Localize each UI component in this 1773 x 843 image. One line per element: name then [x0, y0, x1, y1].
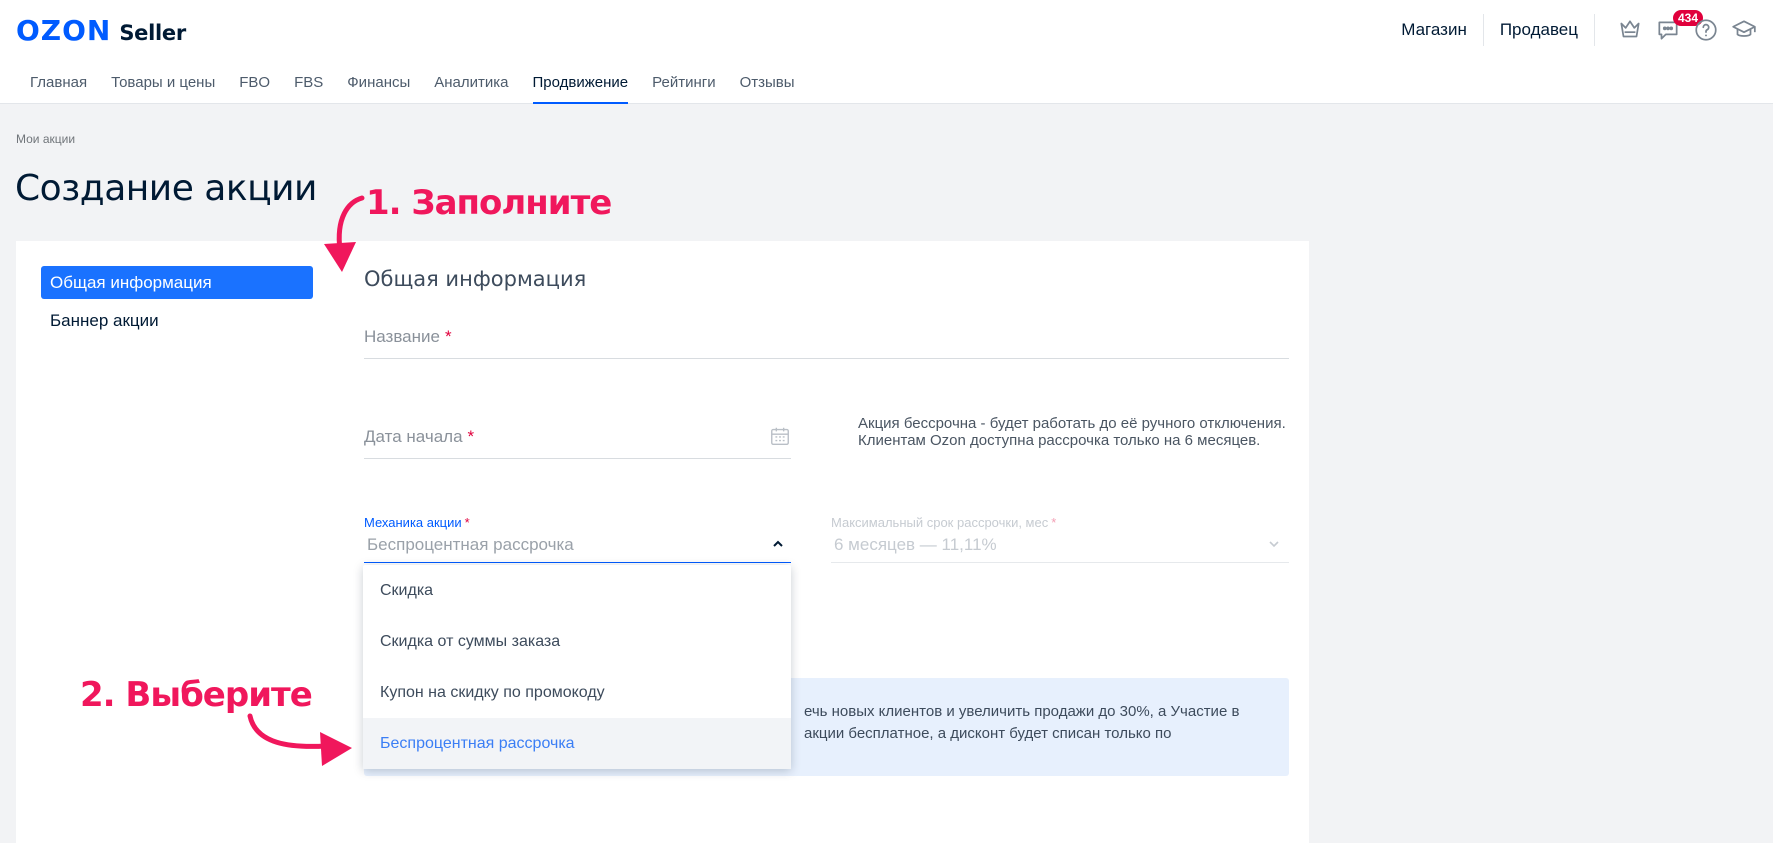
option-discount[interactable]: Скидка: [363, 565, 791, 616]
sidebar-item-general-info[interactable]: Общая информация: [41, 266, 313, 299]
page-title: Создание акции: [15, 168, 317, 209]
info-banner-text: ечь новых клиентов и увеличить продажи д…: [804, 703, 1240, 742]
annotation-arrow-1: [324, 195, 365, 272]
seller-link[interactable]: Продавец: [1484, 14, 1595, 46]
nav-item-ratings[interactable]: Рейтинги: [640, 66, 727, 104]
calendar-icon[interactable]: [769, 425, 791, 447]
nav-item-home[interactable]: Главная: [18, 66, 99, 104]
max-term-label: Максимальный срок рассрочки, мес *: [831, 515, 1057, 530]
start-date-label: Дата начала *: [364, 427, 475, 446]
chevron-down-icon: [1267, 537, 1281, 551]
crown-icon[interactable]: [1617, 17, 1643, 43]
promo-duration-note: Акция бессрочна - будет работать до её р…: [858, 415, 1286, 449]
nav-item-fbo[interactable]: FBO: [227, 66, 282, 104]
header-icons: 434: [1595, 10, 1757, 43]
nav-item-products[interactable]: Товары и цены: [99, 66, 227, 104]
option-installment[interactable]: Беспроцентная рассрочка: [363, 718, 791, 769]
store-link[interactable]: Магазин: [1385, 14, 1484, 46]
mechanics-value: Беспроцентная рассрочка: [367, 535, 574, 554]
ozon-seller-logo[interactable]: OZON Seller: [16, 14, 186, 47]
nav-item-finance[interactable]: Финансы: [335, 66, 422, 104]
name-field[interactable]: Название *: [364, 323, 1289, 359]
annotation-step2: 2. Выберите: [80, 675, 313, 715]
top-header: OZON Seller Магазин Продавец 434 Главная…: [0, 0, 1773, 104]
breadcrumb[interactable]: Мои акции: [16, 132, 75, 146]
help-icon[interactable]: [1693, 17, 1719, 43]
sidebar-item-banner[interactable]: Баннер акции: [41, 304, 313, 337]
max-term-select: Максимальный срок рассрочки, мес * 6 меся…: [831, 515, 1289, 563]
graduation-cap-icon[interactable]: [1731, 17, 1757, 43]
option-promo-coupon[interactable]: Купон на скидку по промокоду: [363, 667, 791, 718]
mechanics-dropdown: Скидка Скидка от суммы заказа Купон на с…: [363, 565, 791, 769]
max-term-value: 6 месяцев — 11,11%: [834, 535, 997, 554]
chat-icon[interactable]: 434: [1655, 10, 1704, 43]
option-order-sum-discount[interactable]: Скидка от суммы заказа: [363, 616, 791, 667]
form-card: Общая информация Баннер акции Общая инфо…: [16, 241, 1309, 843]
nav-item-fbs[interactable]: FBS: [282, 66, 335, 104]
mechanics-select[interactable]: Механика акции * Беспроцентная рассрочка: [364, 515, 791, 563]
logo-brand: OZON: [16, 14, 112, 47]
chevron-up-icon[interactable]: [771, 537, 785, 551]
nav-item-analytics[interactable]: Аналитика: [422, 66, 520, 104]
nav-item-promotion[interactable]: Продвижение: [521, 66, 641, 104]
annotation-step1: 1. Заполните: [366, 183, 612, 223]
main-nav: Главная Товары и цены FBO FBS Финансы Ан…: [18, 66, 807, 104]
header-actions: Магазин Продавец 434: [1385, 10, 1757, 46]
section-title: Общая информация: [364, 267, 587, 291]
logo-product: Seller: [119, 21, 186, 45]
name-label: Название *: [364, 327, 452, 346]
nav-item-reviews[interactable]: Отзывы: [728, 66, 807, 104]
annotation-arrow-2: [247, 713, 352, 766]
mechanics-label: Механика акции *: [364, 515, 470, 530]
start-date-field[interactable]: Дата начала *: [364, 423, 791, 459]
